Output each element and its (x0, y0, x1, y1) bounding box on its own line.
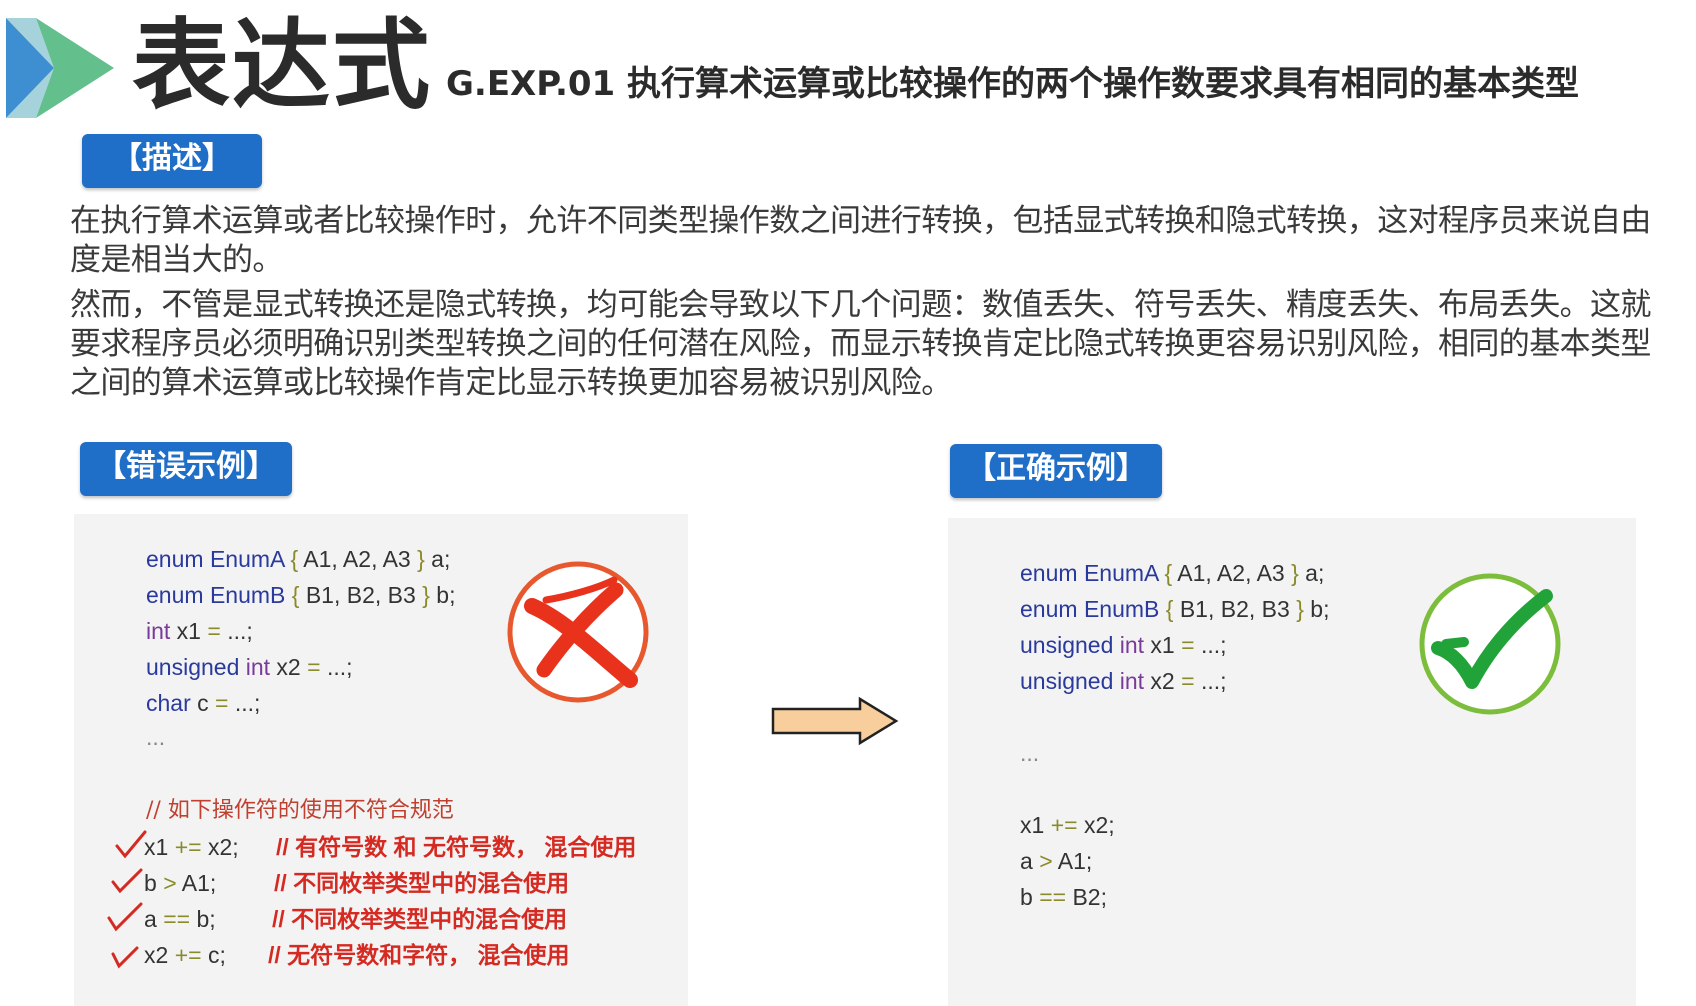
code-line: char c = ...; (146, 690, 261, 716)
description-tag: 【描述】 (82, 134, 262, 188)
code-ellipsis: ... (1020, 740, 1040, 766)
chevron-logo-icon (6, 18, 114, 118)
code-line: x1 += x2; (144, 834, 239, 860)
error-note: // 有符号数 和 无符号数， 混合使用 (276, 834, 637, 860)
error-note: // 不同枚举类型中的混合使用 (274, 870, 570, 896)
red-tick-icon (115, 830, 147, 859)
cross-icon (507, 561, 649, 703)
error-note: // 无符号数和字符， 混合使用 (268, 942, 570, 968)
red-tick-icon (111, 868, 143, 894)
code-ellipsis: ... (146, 724, 166, 750)
code-line: enum EnumB { B1, B2, B3 } b; (146, 582, 456, 608)
code-line: enum EnumB { B1, B2, B3 } b; (1020, 596, 1330, 622)
rule-subtitle: G.EXP.01 执行算术运算或比较操作的两个操作数要求具有相同的基本类型 (446, 64, 1580, 104)
code-line: unsigned int x2 = ...; (146, 654, 353, 680)
code-line: enum EnumA { A1, A2, A3 } a; (146, 546, 451, 572)
description-paragraph-2: 然而，不管是显式转换还是隐式转换，均可能会导致以下几个问题：数值丢失、符号丢失、… (70, 287, 1651, 401)
code-line: x1 += x2; (1020, 812, 1115, 838)
checkmark-icon (1419, 573, 1561, 715)
code-line: enum EnumA { A1, A2, A3 } a; (1020, 560, 1325, 586)
wrong-example-tag: 【错误示例】 (80, 442, 292, 496)
code-line: int x1 = ...; (146, 618, 253, 644)
page-title: 表达式 (132, 9, 433, 123)
code-line: unsigned int x1 = ...; (1020, 632, 1227, 658)
code-comment: // 如下操作符的使用不符合规范 (146, 798, 454, 823)
code-line: b == B2; (1020, 884, 1107, 910)
red-tick-icon (107, 902, 143, 932)
description-paragraph-1: 在执行算术运算或者比较操作时，允许不同类型操作数之间进行转换，包括显式转换和隐式… (70, 203, 1651, 278)
code-line: x2 += c; (144, 942, 226, 968)
code-line: a > A1; (1020, 848, 1093, 874)
red-tick-icon (111, 946, 139, 969)
right-example-tag: 【正确示例】 (950, 444, 1162, 498)
error-note: // 不同枚举类型中的混合使用 (272, 906, 568, 932)
code-line: unsigned int x2 = ...; (1020, 668, 1227, 694)
right-arrow-icon (771, 696, 899, 746)
code-line: a == b; (144, 906, 216, 932)
code-line: b > A1; (144, 870, 217, 896)
